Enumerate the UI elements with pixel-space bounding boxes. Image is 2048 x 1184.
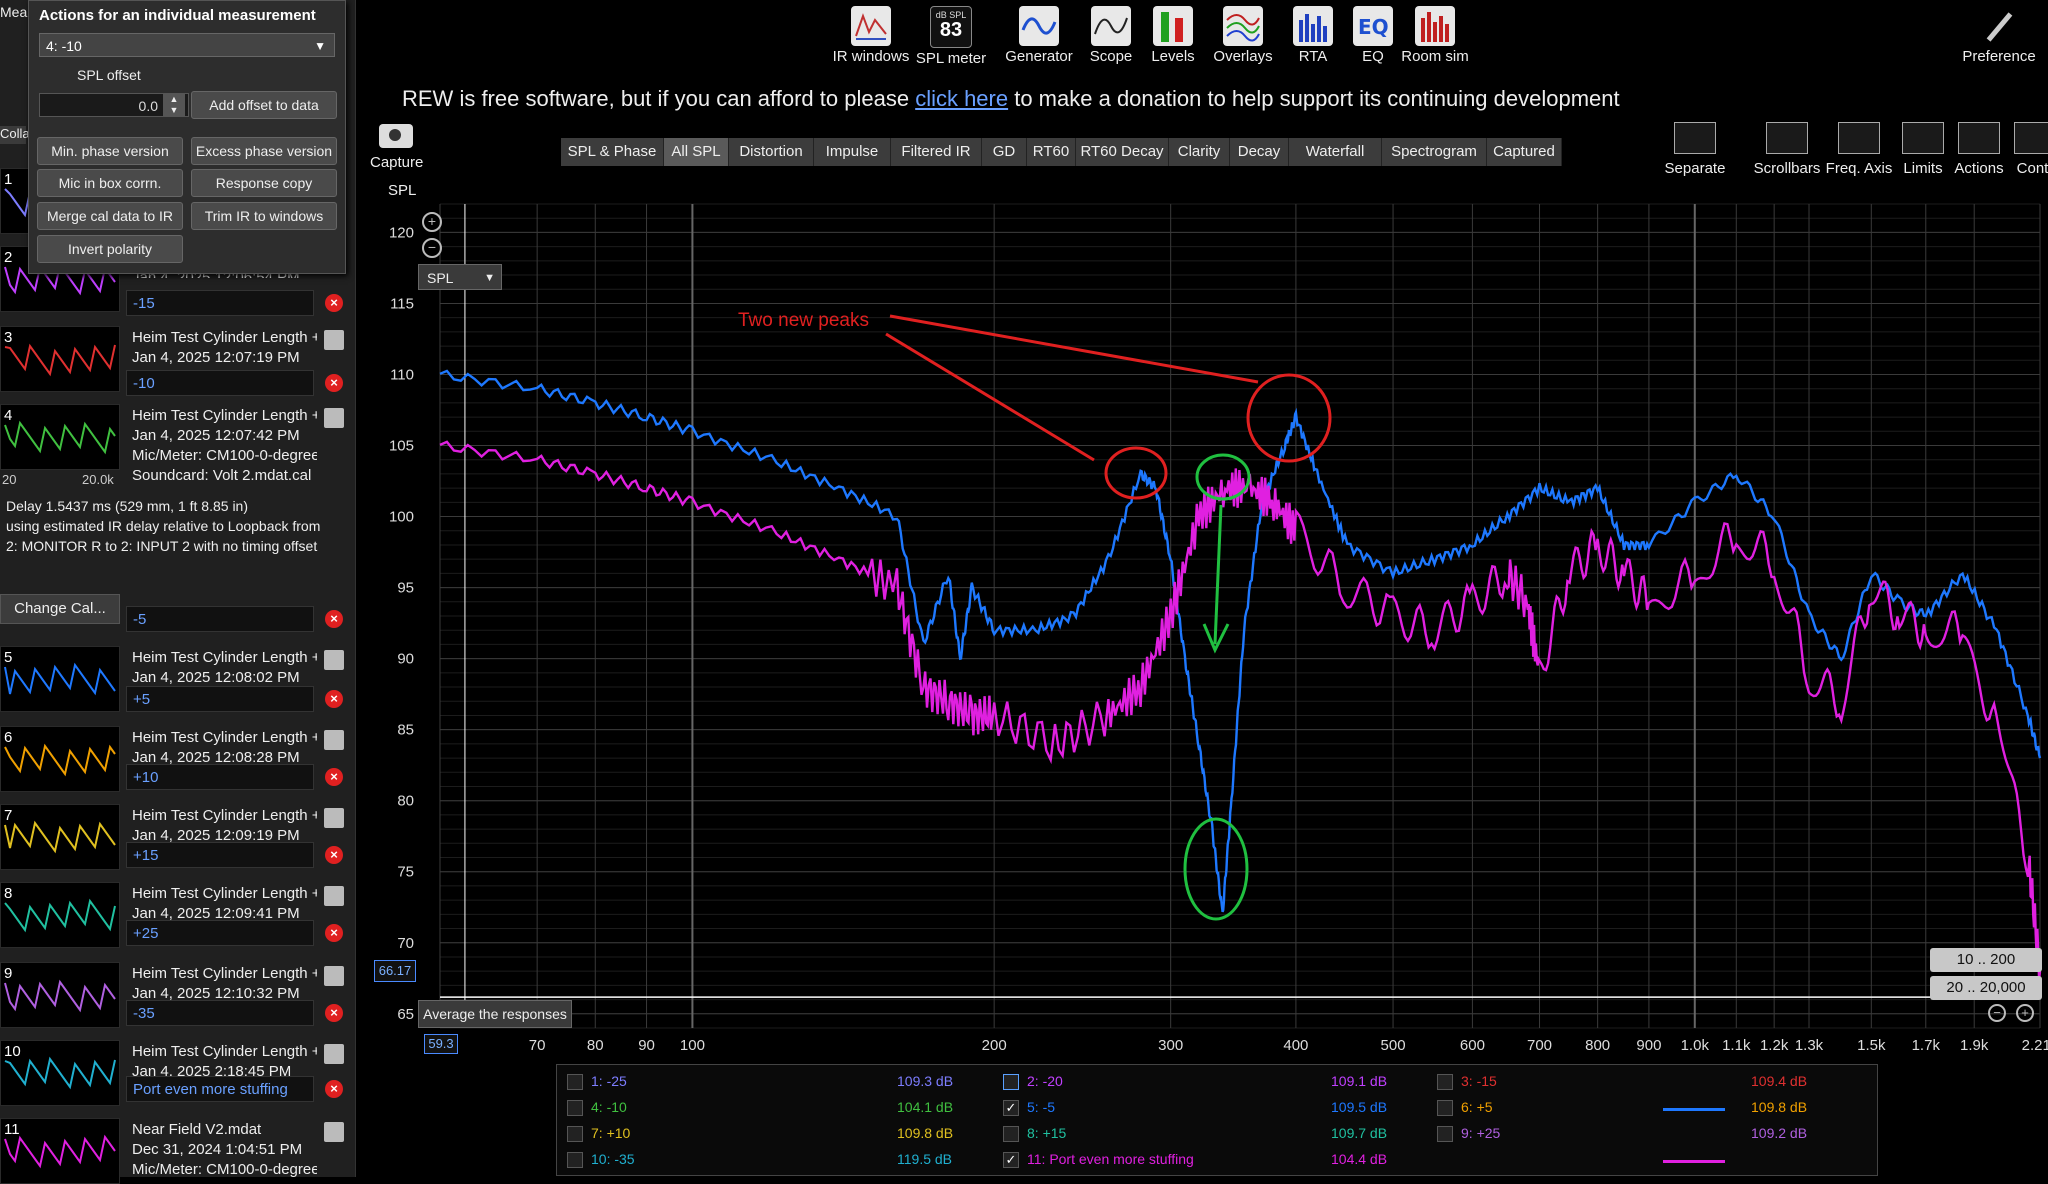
legend-checkbox[interactable]: [567, 1152, 583, 1168]
x-tick-label: 1.2k: [1760, 1037, 1789, 1054]
legend-value: 104.1 dB: [897, 1099, 954, 1115]
y-tick-label: 85: [397, 722, 414, 739]
x-tick-label: 1.5k: [1857, 1037, 1886, 1054]
legend-value: 104.4 dB: [1331, 1151, 1388, 1167]
legend-value: 109.2 dB: [1751, 1125, 1808, 1141]
y-tick-label: 65: [397, 1006, 414, 1023]
legend-label: 3: -15: [1461, 1073, 1497, 1089]
y-tick-label: 95: [397, 580, 414, 597]
legend-value: 109.1 dB: [1331, 1073, 1388, 1089]
legend-value: 109.8 dB: [1751, 1099, 1808, 1115]
x-tick-label: 600: [1460, 1037, 1485, 1054]
x-tick-label: 800: [1585, 1037, 1610, 1054]
average-button[interactable]: Average the responses: [418, 1000, 572, 1028]
legend-checkbox[interactable]: [1437, 1074, 1453, 1090]
legend-checkbox[interactable]: [1003, 1126, 1019, 1142]
legend-line-swatch: [1663, 1108, 1725, 1111]
legend-checkbox[interactable]: [1437, 1100, 1453, 1116]
legend-panel: 1: -25 109.3 dB 2: -20 109.1 dB 3: -15 109.4 …: [556, 1064, 1878, 1176]
zoom-in-x-icon[interactable]: +: [2016, 1004, 2034, 1022]
legend-checkbox[interactable]: ✓: [1003, 1152, 1019, 1168]
x-tick-label: 70: [529, 1037, 546, 1054]
x-tick-label: 900: [1636, 1037, 1661, 1054]
legend-checkbox[interactable]: [567, 1100, 583, 1116]
legend-checkbox[interactable]: ✓: [1003, 1100, 1019, 1116]
chevron-down-icon: ▼: [484, 272, 495, 284]
y-tick-label: 100: [389, 509, 414, 526]
x-tick-label: 1.3k: [1795, 1037, 1824, 1054]
y-tick-label: 80: [397, 793, 414, 810]
x-tick-label: 100: [680, 1037, 705, 1054]
x-tick-label: 1.0k: [1681, 1037, 1710, 1054]
y-tick-label: 70: [397, 935, 414, 952]
range-preset-2[interactable]: 20 .. 20,000: [1930, 976, 2042, 1000]
x-tick-label: 200: [982, 1037, 1007, 1054]
range-preset-1[interactable]: 10 .. 200: [1930, 948, 2042, 972]
legend-label: 8: +15: [1027, 1125, 1067, 1141]
x-tick-label: 1.9k: [1960, 1037, 1989, 1054]
legend-label: 9: +25: [1461, 1125, 1501, 1141]
annotation-two-new-peaks: Two new peaks: [738, 310, 869, 331]
legend-label: 10: -35: [591, 1151, 635, 1167]
legend-value: 109.8 dB: [897, 1125, 954, 1141]
x-tick-label: 700: [1527, 1037, 1552, 1054]
legend-checkbox[interactable]: [1437, 1126, 1453, 1142]
y-tick-label: 90: [397, 651, 414, 668]
zoom-in-icon[interactable]: +: [422, 212, 442, 232]
x-tick-label: 400: [1283, 1037, 1308, 1054]
x-tick-label: 80: [587, 1037, 604, 1054]
legend-value: 109.4 dB: [1751, 1073, 1808, 1089]
zoom-out-icon[interactable]: −: [422, 238, 442, 258]
cursor-y-readout: 66.17: [374, 960, 416, 982]
legend-checkbox[interactable]: [1003, 1074, 1019, 1090]
spl-dropdown[interactable]: SPL ▼: [418, 264, 502, 290]
y-axis-title: SPL: [388, 182, 417, 199]
y-tick-label: 75: [397, 864, 414, 881]
y-tick-label: 120: [389, 224, 414, 241]
legend-label: 4: -10: [591, 1099, 627, 1115]
legend-label: 6: +5: [1461, 1099, 1493, 1115]
legend-value: 109.5 dB: [1331, 1099, 1388, 1115]
spl-chart[interactable]: 6570758085909510010511011512056708090100…: [0, 0, 2048, 1177]
x-tick-label: 300: [1158, 1037, 1183, 1054]
legend-label: 1: -25: [591, 1073, 627, 1089]
zoom-out-x-icon[interactable]: −: [1988, 1004, 2006, 1022]
y-tick-label: 115: [390, 295, 414, 312]
legend-label: 11: Port even more stuffing: [1027, 1151, 1194, 1167]
y-tick-label: 105: [389, 438, 414, 455]
legend-value: 109.3 dB: [897, 1073, 954, 1089]
x-tick-label: 90: [638, 1037, 655, 1054]
legend-label: 2: -20: [1027, 1073, 1063, 1089]
legend-label: 5: -5: [1027, 1099, 1056, 1115]
legend-line-swatch: [1663, 1160, 1725, 1163]
legend-value: 109.7 dB: [1331, 1125, 1388, 1141]
legend-checkbox[interactable]: [567, 1074, 583, 1090]
legend-checkbox[interactable]: [567, 1126, 583, 1142]
y-tick-label: 110: [390, 366, 414, 383]
legend-label: 7: +10: [591, 1125, 631, 1141]
x-tick-label: 1.1k: [1722, 1037, 1751, 1054]
cursor-x-readout: 59.3: [424, 1034, 458, 1054]
legend-value: 119.5 dB: [897, 1151, 953, 1167]
x-tick-label: 2.21k: [2022, 1037, 2048, 1054]
x-tick-label: 1.7k: [1912, 1037, 1941, 1054]
x-tick-label: 500: [1381, 1037, 1406, 1054]
